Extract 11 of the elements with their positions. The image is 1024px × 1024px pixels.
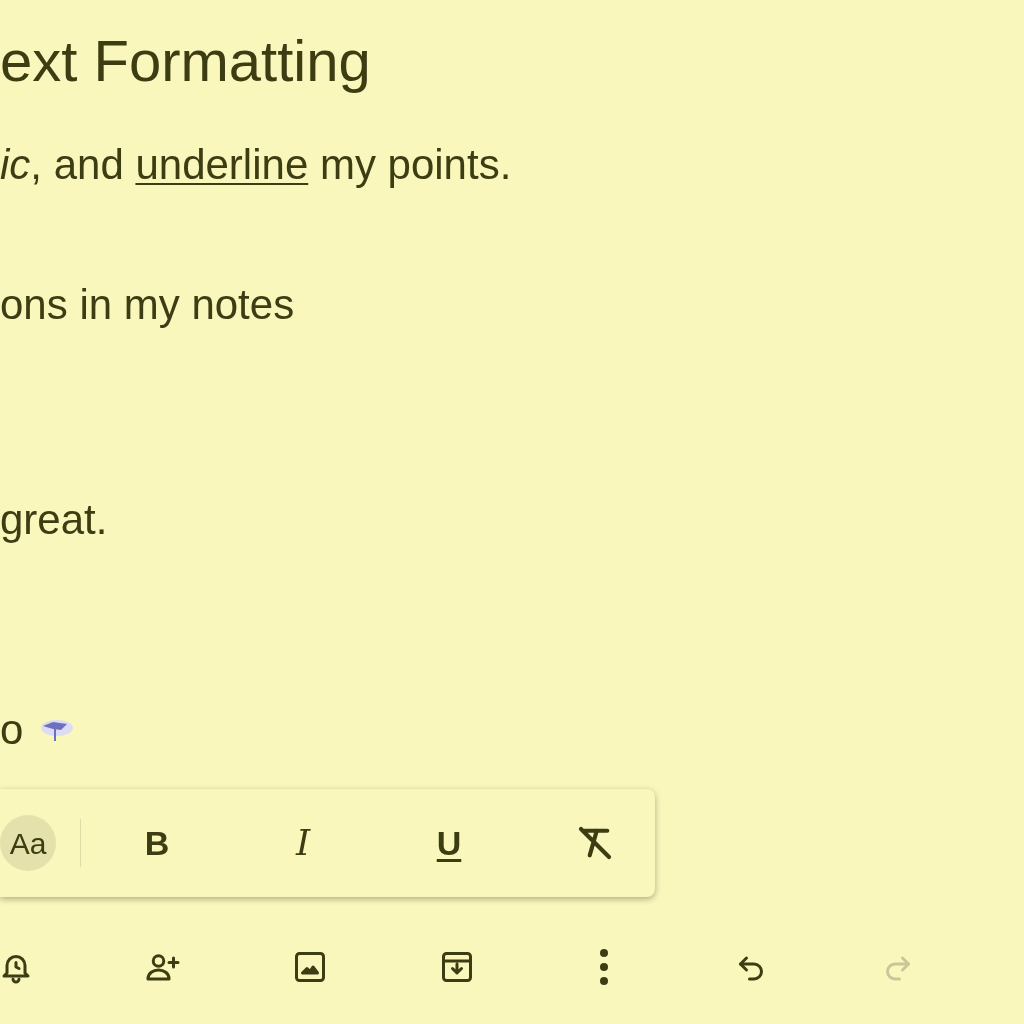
image-icon xyxy=(292,949,328,985)
italic-button[interactable]: I xyxy=(275,815,331,871)
bold-button[interactable]: B xyxy=(129,815,185,871)
underline-button[interactable]: U xyxy=(421,815,477,871)
note-text: o xyxy=(0,709,24,751)
text-style-button[interactable]: Aa xyxy=(0,815,56,871)
note-text: ons in my notes xyxy=(0,284,295,326)
note-text: ic, and underline my points. xyxy=(0,144,512,186)
note-text: great. xyxy=(0,499,108,541)
more-icon xyxy=(600,949,608,985)
archive-icon xyxy=(439,949,475,985)
